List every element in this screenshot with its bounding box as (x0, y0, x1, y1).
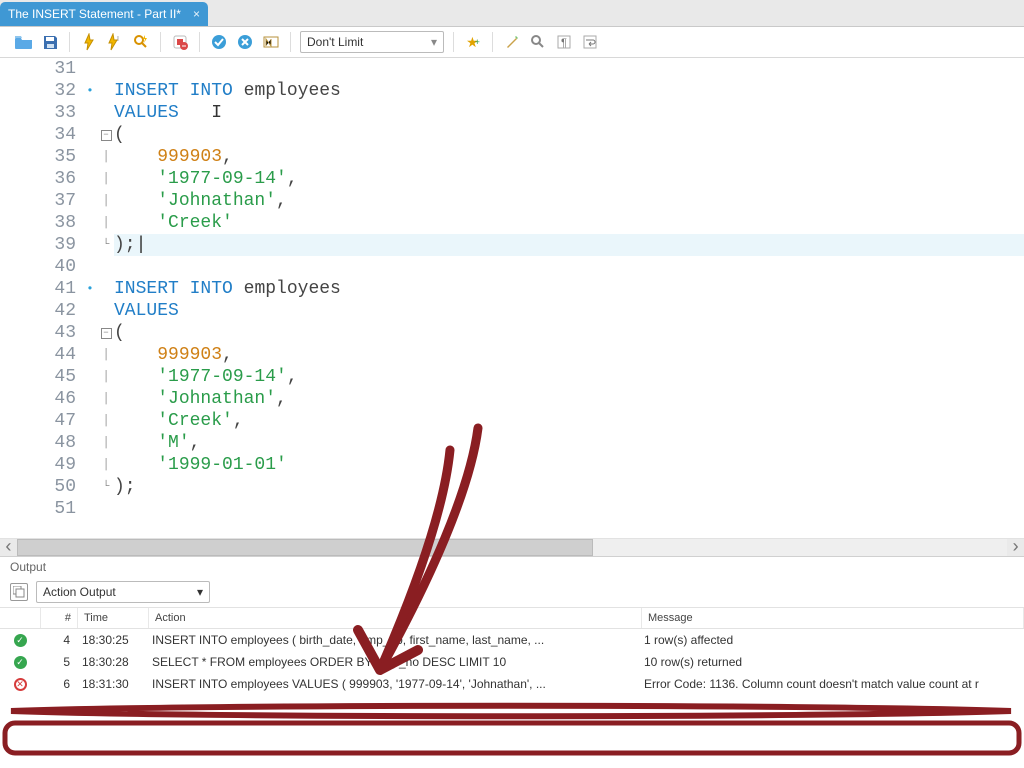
tab-strip: The INSERT Statement - Part II* × (0, 0, 1024, 27)
output-panel: Output Action Output ▾ # Time Action Mes… (0, 556, 1024, 753)
output-header: # Time Action Message (0, 608, 1024, 629)
output-row[interactable]: ✓518:30:28SELECT * FROM employees ORDER … (0, 651, 1024, 673)
rollback-icon[interactable] (235, 32, 255, 52)
svg-text:¶: ¶ (561, 37, 567, 49)
execute-current-icon[interactable]: I (105, 32, 125, 52)
search-icon[interactable] (528, 32, 548, 52)
output-mode-select[interactable]: Action Output ▾ (36, 581, 210, 603)
toolbar: I Don't Limit ▾ ★+ ¶ (0, 27, 1024, 58)
output-title: Output (0, 557, 1024, 577)
output-row[interactable]: ✓418:30:25INSERT INTO employees ( birth_… (0, 629, 1024, 651)
close-icon[interactable]: × (193, 7, 200, 21)
sql-editor[interactable]: 3132333435363738394041424344454647484950… (0, 58, 1024, 556)
limit-rows-label: Don't Limit (307, 35, 363, 49)
output-layout-icon[interactable] (10, 583, 28, 601)
chevron-down-icon: ▾ (197, 585, 203, 599)
scroll-left-icon[interactable]: ‹ (0, 539, 17, 556)
wrap-icon[interactable] (580, 32, 600, 52)
beautify-icon[interactable] (502, 32, 522, 52)
open-file-icon[interactable] (14, 32, 34, 52)
svg-text:I: I (117, 36, 119, 43)
output-row[interactable]: ✕618:31:30INSERT INTO employees VALUES (… (0, 673, 1024, 695)
favorite-icon[interactable]: ★+ (463, 32, 483, 52)
scroll-right-icon[interactable]: › (1007, 539, 1024, 556)
save-icon[interactable] (40, 32, 60, 52)
commit-icon[interactable] (209, 32, 229, 52)
explain-icon[interactable] (131, 32, 151, 52)
tab-active[interactable]: The INSERT Statement - Part II* × (0, 2, 208, 26)
limit-rows-select[interactable]: Don't Limit ▾ (300, 31, 444, 53)
invisible-chars-icon[interactable]: ¶ (554, 32, 574, 52)
execute-icon[interactable] (79, 32, 99, 52)
stop-icon[interactable] (170, 32, 190, 52)
output-mode-label: Action Output (43, 585, 116, 599)
chevron-down-icon: ▾ (431, 35, 437, 49)
horizontal-scrollbar[interactable]: ‹ › (0, 538, 1024, 556)
tab-title: The INSERT Statement - Part II* (8, 7, 181, 21)
autocommit-icon[interactable] (261, 32, 281, 52)
